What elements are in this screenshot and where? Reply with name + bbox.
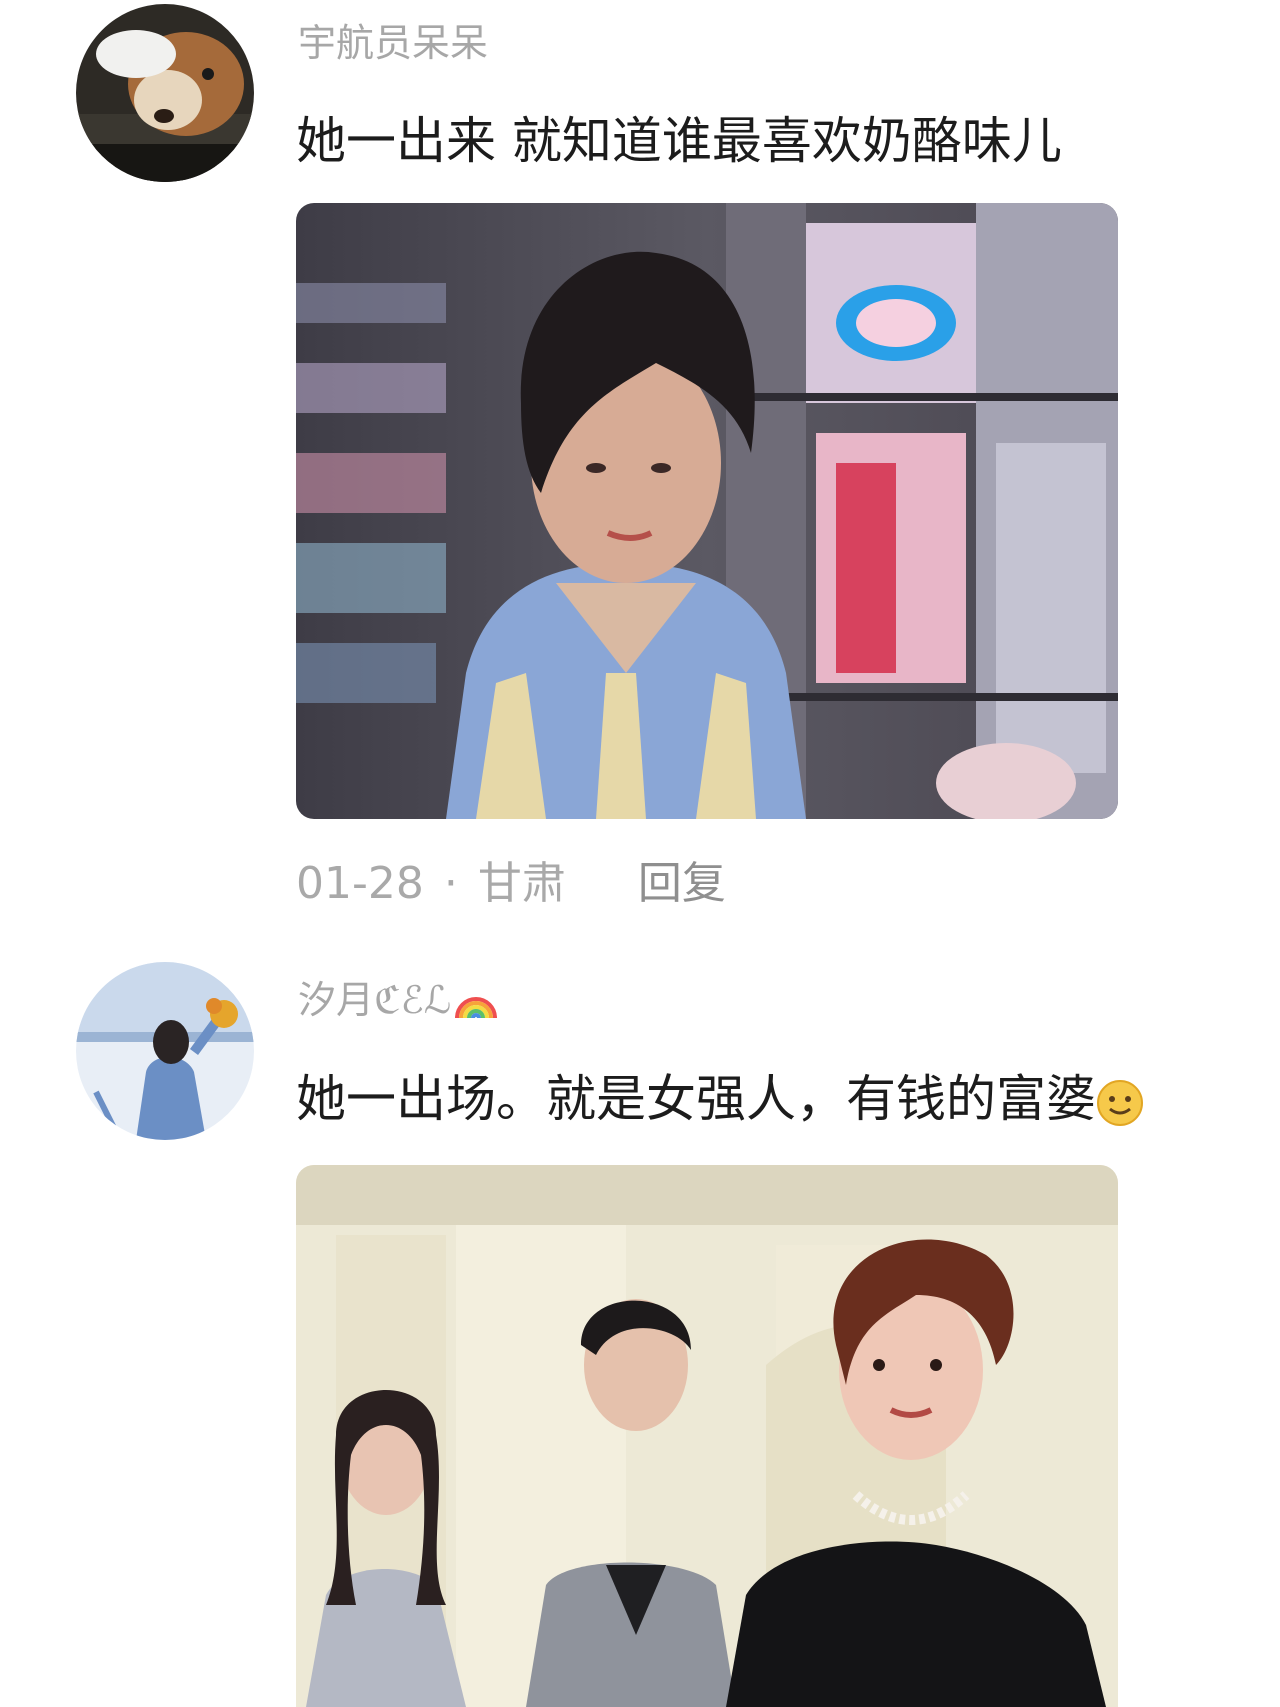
username[interactable]: 宇航员呆呆 <box>298 24 488 62</box>
three-people-photo <box>296 1165 1118 1707</box>
username[interactable]: 汐月ℭℰℒ <box>298 980 499 1020</box>
comment-text-content: 她一出场。就是女强人，有钱的富婆 <box>296 1070 1096 1128</box>
comment-text: 她一出场。就是女强人，有钱的富婆 <box>296 1074 1144 1127</box>
comment-text: 她一出来 就知道谁最喜欢奶酪味儿 <box>296 112 1062 170</box>
reply-button[interactable]: 回复 <box>638 862 726 906</box>
username-text: 汐月ℭℰℒ <box>298 978 452 1022</box>
avatar[interactable] <box>76 962 254 1140</box>
comment-image[interactable] <box>296 1165 1118 1707</box>
girl-with-flowers-avatar-icon <box>76 962 254 1140</box>
avatar[interactable] <box>76 4 254 182</box>
comment-date: 01-28 <box>296 858 424 909</box>
comment-meta: 01-28 · 甘肃 回复 <box>296 862 726 906</box>
dog-avatar-icon <box>76 4 254 182</box>
comment-location: 甘肃 <box>477 858 566 909</box>
meta-separator: · <box>443 858 458 909</box>
woman-in-store-photo <box>296 203 1118 819</box>
rainbow-icon <box>455 997 498 1019</box>
smiling-face-emoji-icon <box>1097 1079 1143 1126</box>
comment-image[interactable] <box>296 203 1118 819</box>
